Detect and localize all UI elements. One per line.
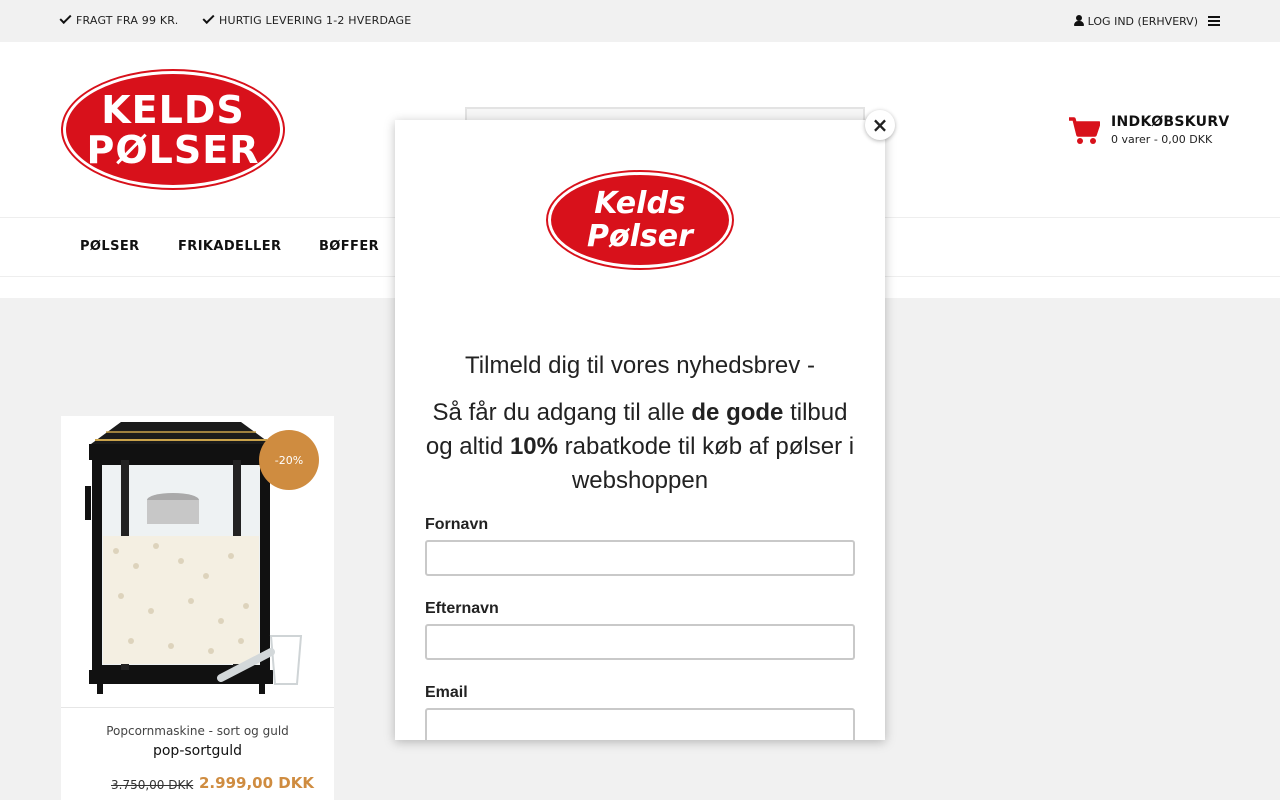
product-name[interactable]: Popcornmaskine - sort og guld [61, 724, 334, 738]
site-logo[interactable]: KELDS PØLSER [63, 71, 283, 188]
discount-badge: -20% [259, 430, 319, 490]
popup-text: Så får du adgang til alle de gode tilbud… [425, 399, 855, 494]
popup-logo: Kelds Pølser [548, 172, 732, 268]
top-bar: FRAGT FRA 99 KR. HURTIG LEVERING 1-2 HVE… [0, 0, 1280, 42]
usp-delivery: HURTIG LEVERING 1-2 HVERDAGE [202, 11, 412, 27]
usp-delivery-label: HURTIG LEVERING 1-2 HVERDAGE [219, 14, 412, 27]
user-icon [1073, 15, 1084, 26]
close-icon: × [871, 113, 889, 137]
nav-item-frikadeller[interactable]: FRIKADELLER [178, 239, 281, 254]
usp-shipping: FRAGT FRA 99 KR. [59, 11, 179, 27]
cart-icon [1069, 117, 1100, 144]
login-label: LOG IND (ERHVERV) [1087, 15, 1198, 28]
close-button[interactable]: × [865, 110, 895, 140]
firstname-label: Fornavn [425, 516, 489, 533]
popup-logo-line2: Pølser [587, 219, 693, 254]
usp-shipping-label: FRAGT FRA 99 KR. [76, 14, 179, 27]
popup-logo-line1: Kelds [594, 186, 686, 221]
cart-summary: 0 varer - 0,00 DKK [1111, 133, 1213, 146]
logo-line2: PØLSER [86, 127, 260, 172]
check-icon [202, 11, 215, 25]
check-icon [59, 11, 72, 25]
login-link[interactable]: LOG IND (ERHVERV) [1073, 14, 1198, 28]
newsletter-popup: Kelds Pølser Tilmeld dig til vores nyhed… [395, 120, 885, 740]
nav-item-polser[interactable]: PØLSER [80, 239, 140, 254]
email-label: Email [425, 684, 468, 701]
product-card[interactable]: -20% Popcornmaskine - sort og guld pop-s… [61, 416, 334, 800]
firstname-field[interactable] [425, 540, 855, 576]
logo-line1: KELDS [101, 87, 245, 132]
popup-heading: Tilmeld dig til vores nyhedsbrev - [465, 352, 815, 379]
menu-icon[interactable] [1208, 16, 1220, 26]
lastname-label: Efternavn [425, 600, 499, 617]
product-sku: pop-sortguld [152, 743, 243, 759]
price-new: 2.999,00 DKK [199, 774, 314, 792]
cart-title: INDKØBSKURV [1111, 114, 1230, 130]
price-old: 3.750,00 DKK [111, 778, 194, 792]
nav-item-boffer[interactable]: BØFFER [319, 239, 379, 254]
product-image[interactable]: -20% [61, 416, 334, 708]
lastname-field[interactable] [425, 624, 855, 660]
email-field[interactable] [425, 708, 855, 740]
